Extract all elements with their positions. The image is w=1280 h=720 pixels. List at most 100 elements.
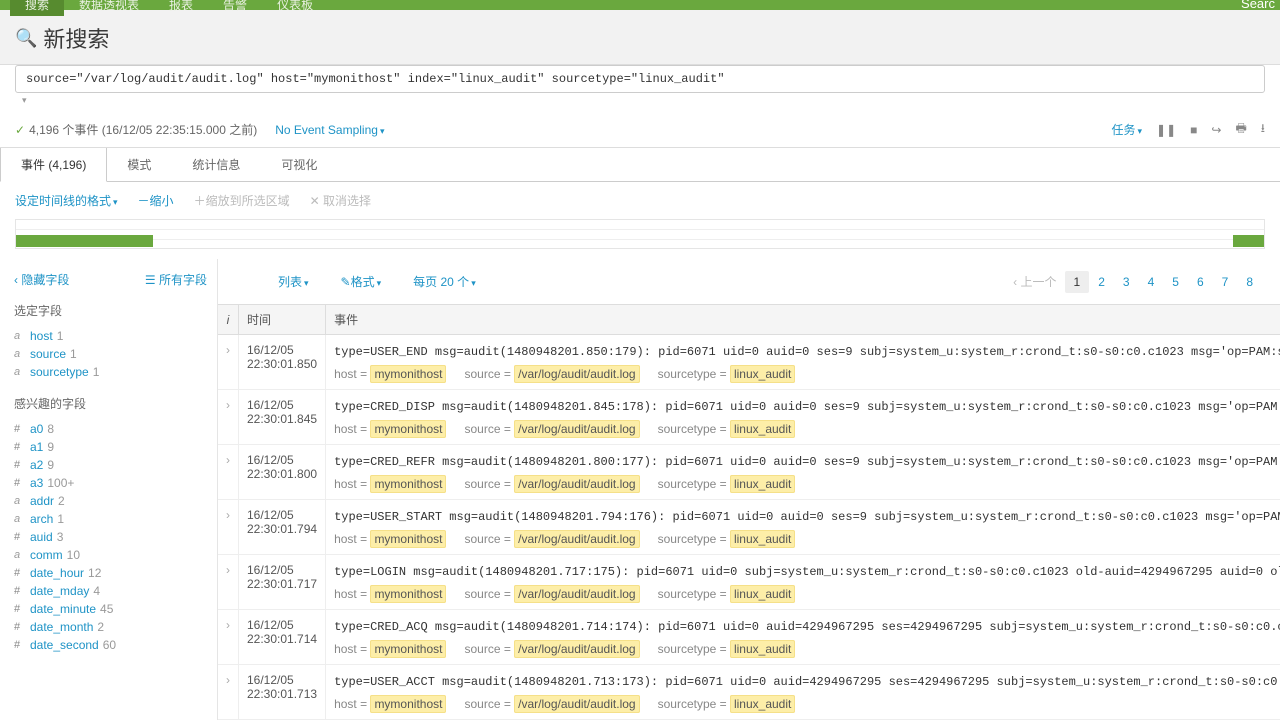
meta-host[interactable]: mymonithost — [370, 365, 446, 383]
field-item[interactable]: #a1 9 — [14, 438, 207, 456]
timeline-format[interactable]: 设定时间线的格式▾ — [15, 192, 118, 209]
meta-label-sourcetype: sourcetype = — [658, 587, 730, 601]
field-item[interactable]: #date_mday 4 — [14, 582, 207, 600]
jobs-dropdown[interactable]: 任务▾ — [1112, 121, 1143, 138]
field-name: sourcetype — [30, 365, 89, 379]
field-item[interactable]: #date_hour 12 — [14, 564, 207, 582]
list-mode[interactable]: 列表▾ — [278, 273, 309, 290]
tab-patterns[interactable]: 模式 — [107, 148, 172, 181]
field-type-icon: # — [14, 603, 26, 615]
event-raw[interactable]: type=CRED_DISP msg=audit(1480948201.845:… — [334, 398, 1280, 416]
meta-sourcetype[interactable]: linux_audit — [730, 695, 795, 713]
event-raw[interactable]: type=USER_START msg=audit(1480948201.794… — [334, 508, 1280, 526]
field-count: 3 — [57, 530, 64, 544]
event-raw[interactable]: type=CRED_REFR msg=audit(1480948201.800:… — [334, 453, 1280, 471]
nav-reports[interactable]: 报表 — [154, 0, 208, 16]
expand-row[interactable]: › — [218, 500, 239, 555]
expand-row[interactable]: › — [218, 610, 239, 665]
expand-row[interactable]: › — [218, 390, 239, 445]
col-header-time[interactable]: 时间 — [239, 305, 326, 335]
col-header-event[interactable]: 事件 — [326, 305, 1280, 335]
tab-visualization[interactable]: 可视化 — [261, 148, 338, 181]
expand-row[interactable]: › — [218, 335, 239, 390]
meta-label-sourcetype: sourcetype = — [658, 697, 730, 711]
meta-host[interactable]: mymonithost — [370, 475, 446, 493]
field-item[interactable]: #auid 3 — [14, 528, 207, 546]
field-item[interactable]: #date_minute 45 — [14, 600, 207, 618]
page-1[interactable]: 1 — [1065, 271, 1090, 293]
field-name: date_minute — [30, 602, 96, 616]
all-fields[interactable]: ☰ 所有字段 — [145, 271, 207, 288]
meta-source[interactable]: /var/log/audit/audit.log — [514, 640, 639, 658]
nav-dashboards[interactable]: 仪表板 — [262, 0, 328, 16]
zoom-out[interactable]: －缩小 — [138, 192, 174, 209]
search-expand-toggle[interactable]: ▾ — [22, 95, 1265, 106]
nav-pivot[interactable]: 数据透视表 — [64, 0, 154, 16]
page-6[interactable]: 6 — [1188, 271, 1213, 293]
event-count: 4,196 个事件 (16/12/05 22:35:15.000 之前) — [29, 121, 257, 138]
meta-host[interactable]: mymonithost — [370, 695, 446, 713]
share-button[interactable]: ↪ — [1211, 123, 1221, 137]
nav-search[interactable]: 搜索 — [10, 0, 64, 16]
field-item[interactable]: asource 1 — [14, 345, 207, 363]
meta-host[interactable]: mymonithost — [370, 585, 446, 603]
event-meta: host = mymonithost source = /var/log/aud… — [334, 422, 1280, 436]
pause-button[interactable]: ❚❚ — [1156, 123, 1176, 137]
event-raw[interactable]: type=USER_ACCT msg=audit(1480948201.713:… — [334, 673, 1280, 691]
field-name: a1 — [30, 440, 43, 454]
meta-host[interactable]: mymonithost — [370, 420, 446, 438]
expand-row[interactable]: › — [218, 555, 239, 610]
field-type-icon: # — [14, 459, 26, 471]
tab-statistics[interactable]: 统计信息 — [172, 148, 261, 181]
event-raw[interactable]: type=CRED_ACQ msg=audit(1480948201.714:1… — [334, 618, 1280, 636]
download-button[interactable]: ⭳ — [1261, 119, 1265, 140]
nav-alerts[interactable]: 告警 — [208, 0, 262, 16]
stop-button[interactable]: ■ — [1190, 123, 1197, 137]
event-raw[interactable]: type=USER_END msg=audit(1480948201.850:1… — [334, 343, 1280, 361]
field-item[interactable]: ahost 1 — [14, 327, 207, 345]
hide-fields[interactable]: ‹ 隐藏字段 — [14, 271, 69, 288]
meta-source[interactable]: /var/log/audit/audit.log — [514, 585, 639, 603]
meta-host[interactable]: mymonithost — [370, 640, 446, 658]
meta-sourcetype[interactable]: linux_audit — [730, 640, 795, 658]
print-button[interactable]: 🖶 — [1235, 119, 1246, 140]
field-item[interactable]: aaddr 2 — [14, 492, 207, 510]
interesting-fields-title: 感兴趣的字段 — [14, 395, 207, 412]
field-item[interactable]: #a0 8 — [14, 420, 207, 438]
field-item[interactable]: acomm 10 — [14, 546, 207, 564]
meta-sourcetype[interactable]: linux_audit — [730, 420, 795, 438]
page-2[interactable]: 2 — [1089, 271, 1114, 293]
meta-source[interactable]: /var/log/audit/audit.log — [514, 475, 639, 493]
page-8[interactable]: 8 — [1237, 271, 1262, 293]
tab-events[interactable]: 事件 (4,196) — [0, 148, 107, 182]
meta-source[interactable]: /var/log/audit/audit.log — [514, 365, 639, 383]
meta-sourcetype[interactable]: linux_audit — [730, 585, 795, 603]
meta-host[interactable]: mymonithost — [370, 530, 446, 548]
meta-source[interactable]: /var/log/audit/audit.log — [514, 420, 639, 438]
timeline-chart[interactable] — [15, 219, 1265, 249]
field-item[interactable]: #a3 100+ — [14, 474, 207, 492]
field-item[interactable]: #a2 9 — [14, 456, 207, 474]
field-count: 1 — [93, 365, 100, 379]
meta-sourcetype[interactable]: linux_audit — [730, 530, 795, 548]
meta-label-host: host = — [334, 587, 370, 601]
meta-source[interactable]: /var/log/audit/audit.log — [514, 530, 639, 548]
meta-sourcetype[interactable]: linux_audit — [730, 475, 795, 493]
page-4[interactable]: 4 — [1139, 271, 1164, 293]
meta-sourcetype[interactable]: linux_audit — [730, 365, 795, 383]
expand-row[interactable]: › — [218, 445, 239, 500]
field-item[interactable]: #date_month 2 — [14, 618, 207, 636]
field-item[interactable]: asourcetype 1 — [14, 363, 207, 381]
page-5[interactable]: 5 — [1163, 271, 1188, 293]
sampling-dropdown[interactable]: No Event Sampling▾ — [275, 123, 384, 137]
field-item[interactable]: #date_second 60 — [14, 636, 207, 654]
meta-source[interactable]: /var/log/audit/audit.log — [514, 695, 639, 713]
page-3[interactable]: 3 — [1114, 271, 1139, 293]
search-input[interactable]: source="/var/log/audit/audit.log" host="… — [15, 65, 1265, 93]
format-mode[interactable]: ✎格式▾ — [341, 273, 382, 290]
per-page[interactable]: 每页 20 个▾ — [413, 273, 476, 290]
event-raw[interactable]: type=LOGIN msg=audit(1480948201.717:175)… — [334, 563, 1280, 581]
col-header-i[interactable]: i — [218, 305, 239, 335]
field-item[interactable]: aarch 1 — [14, 510, 207, 528]
page-7[interactable]: 7 — [1213, 271, 1238, 293]
